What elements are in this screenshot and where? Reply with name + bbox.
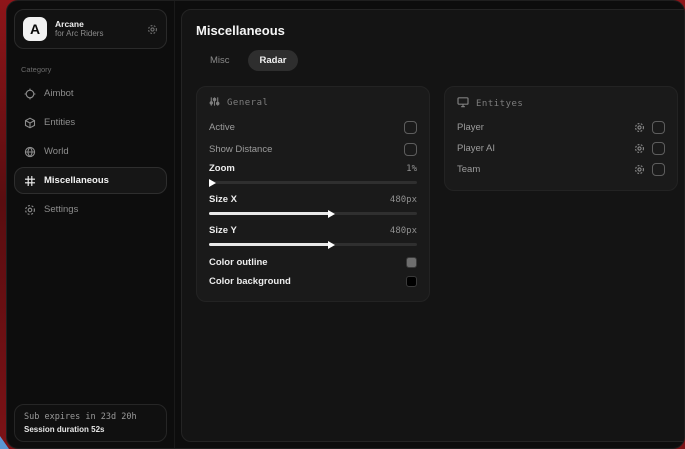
zoom-slider[interactable] <box>209 181 417 184</box>
grid-icon <box>24 175 36 187</box>
app-subtitle: for Arc Riders <box>55 29 139 39</box>
entity-row-player: Player <box>457 117 665 138</box>
slider-thumb[interactable] <box>328 241 335 249</box>
app-logo: A <box>23 17 47 41</box>
sidebar-item-label: Settings <box>44 204 78 215</box>
page-title: Miscellaneous <box>196 23 678 38</box>
toggle-row-show-distance: Show Distance <box>209 138 417 160</box>
profile-card: A Arcane for Arc Riders <box>14 9 167 49</box>
sliders-icon <box>209 96 220 110</box>
card-title: Entityes <box>476 99 523 109</box>
player-checkbox[interactable] <box>652 121 665 134</box>
tab-bar: Misc Radar <box>198 50 678 71</box>
toggle-row-active: Active <box>209 116 417 138</box>
sidebar-item-label: Entities <box>44 117 75 128</box>
player-ai-checkbox[interactable] <box>652 142 665 155</box>
sidebar-item-label: Miscellaneous <box>44 175 109 186</box>
sidebar: A Arcane for Arc Riders Category Aimbot <box>7 1 175 448</box>
monitor-icon <box>457 96 469 111</box>
globe-icon <box>24 146 36 158</box>
tab-radar[interactable]: Radar <box>248 50 299 71</box>
sidebar-item-miscellaneous[interactable]: Miscellaneous <box>14 167 167 194</box>
slider-size-x: Size X 480px <box>209 191 417 215</box>
color-background-swatch[interactable] <box>406 276 417 287</box>
sidebar-item-label: Aimbot <box>44 88 74 99</box>
slider-value: 1% <box>406 164 417 174</box>
category-label: Category <box>21 65 167 74</box>
slider-value: 480px <box>390 195 417 205</box>
general-card: General Active Show Distance Zoom 1% <box>196 86 430 302</box>
slider-label: Zoom <box>209 163 235 174</box>
slider-zoom: Zoom 1% <box>209 160 417 184</box>
crosshair-icon <box>24 88 36 100</box>
slider-thumb[interactable] <box>209 179 216 187</box>
sidebar-item-entities[interactable]: Entities <box>14 109 167 136</box>
entity-label: Team <box>457 164 480 175</box>
sidebar-item-aimbot[interactable]: Aimbot <box>14 80 167 107</box>
session-duration: Session duration 52s <box>24 425 157 434</box>
sidebar-item-settings[interactable]: Settings <box>14 196 167 223</box>
show-distance-checkbox[interactable] <box>404 143 417 156</box>
color-label: Color background <box>209 276 291 287</box>
gear-icon[interactable] <box>634 143 645 154</box>
gear-icon[interactable] <box>634 164 645 175</box>
slider-label: Size Y <box>209 225 237 236</box>
color-outline-swatch[interactable] <box>406 257 417 268</box>
subscription-expiry: Sub expires in 23d 20h <box>24 412 157 422</box>
main-panel: Miscellaneous Misc Radar <box>181 9 685 442</box>
team-checkbox[interactable] <box>652 163 665 176</box>
color-row-outline: Color outline <box>209 253 417 272</box>
size-y-slider[interactable] <box>209 243 417 246</box>
app-window: A Arcane for Arc Riders Category Aimbot <box>6 0 685 449</box>
entities-card: Entityes Player <box>444 86 678 191</box>
slider-thumb[interactable] <box>328 210 335 218</box>
tab-misc[interactable]: Misc <box>198 50 242 71</box>
slider-size-y: Size Y 480px <box>209 222 417 246</box>
entity-label: Player <box>457 122 484 133</box>
subscription-card: Sub expires in 23d 20h Session duration … <box>14 404 167 442</box>
cube-icon <box>24 117 36 129</box>
card-title: General <box>227 98 268 108</box>
gear-icon[interactable] <box>634 122 645 133</box>
gear-icon <box>24 204 36 216</box>
sidebar-nav: Aimbot Entities World <box>14 80 167 223</box>
toggle-label: Active <box>209 122 235 133</box>
active-checkbox[interactable] <box>404 121 417 134</box>
sidebar-item-world[interactable]: World <box>14 138 167 165</box>
entity-row-player-ai: Player AI <box>457 138 665 159</box>
color-row-background: Color background <box>209 272 417 291</box>
slider-value: 480px <box>390 226 417 236</box>
gear-icon[interactable] <box>147 24 158 35</box>
slider-label: Size X <box>209 194 237 205</box>
app-name: Arcane <box>55 19 139 30</box>
color-label: Color outline <box>209 257 268 268</box>
entity-label: Player AI <box>457 143 495 154</box>
entity-row-team: Team <box>457 159 665 180</box>
size-x-slider[interactable] <box>209 212 417 215</box>
toggle-label: Show Distance <box>209 144 272 155</box>
sidebar-item-label: World <box>44 146 69 157</box>
